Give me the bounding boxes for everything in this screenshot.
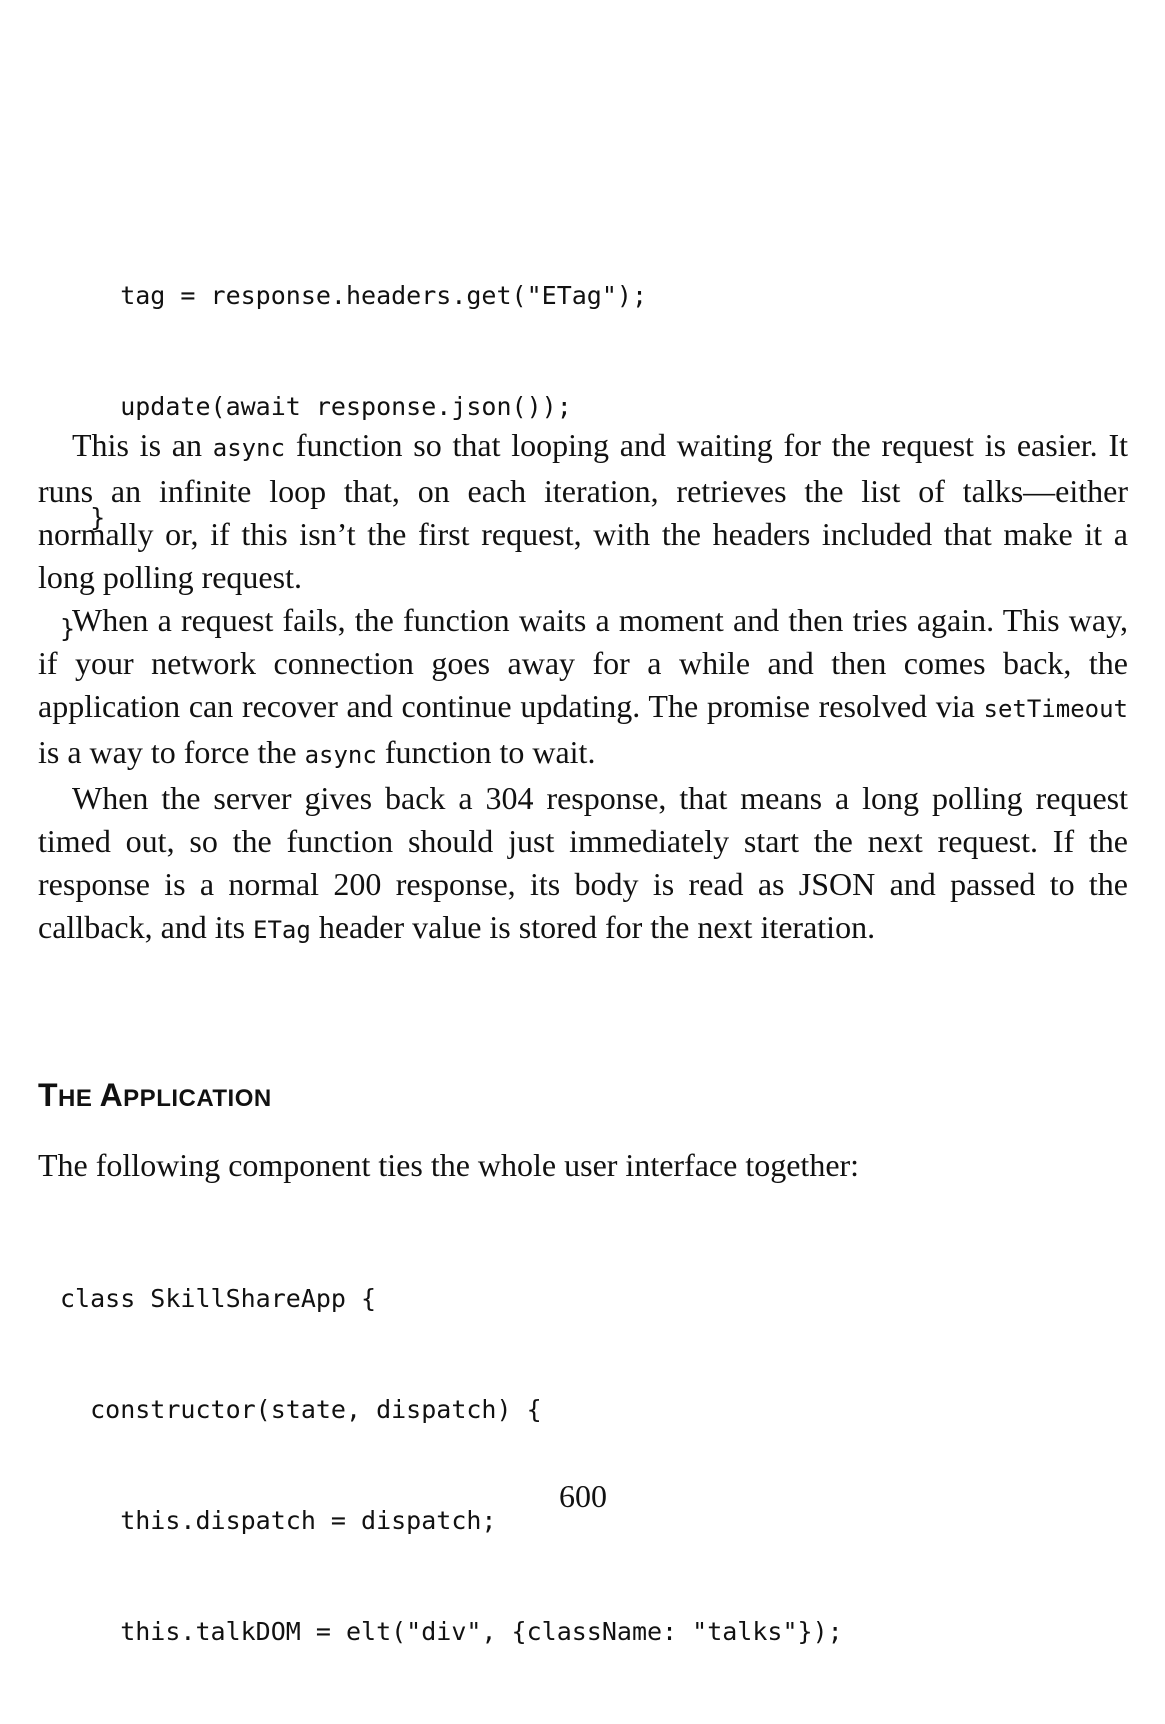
inline-code: ETag bbox=[253, 916, 311, 944]
text-run: This is an bbox=[72, 427, 213, 463]
code-line: constructor(state, dispatch) { bbox=[60, 1395, 542, 1424]
section-heading: THE APPLICATION bbox=[38, 1077, 272, 1114]
book-page: tag = response.headers.get("ETag"); upda… bbox=[38, 0, 1128, 1654]
code-line: tag = response.headers.get("ETag"); bbox=[60, 281, 647, 310]
heading-smallcaps: PPLICATION bbox=[123, 1085, 272, 1112]
code-line: update(await response.json()); bbox=[60, 392, 572, 421]
code-block-app: class SkillShareApp { constructor(state,… bbox=[60, 1206, 843, 1724]
body-text: This is an async function so that loopin… bbox=[38, 424, 1128, 952]
paragraph-async-function: This is an async function so that loopin… bbox=[38, 424, 1128, 599]
code-line: this.talkDOM = elt("div", {className: "t… bbox=[60, 1617, 843, 1646]
text-run: is a way to force the bbox=[38, 734, 305, 770]
paragraph-server-response: When the server gives back a 304 respons… bbox=[38, 777, 1128, 952]
section-intro: The following component ties the whole u… bbox=[38, 1144, 1128, 1187]
page-number: 600 bbox=[559, 1478, 607, 1514]
heading-initial: A bbox=[99, 1077, 124, 1113]
paragraph-intro: The following component ties the whole u… bbox=[38, 1147, 860, 1183]
heading-smallcaps: HE bbox=[58, 1085, 100, 1112]
text-run: When a request fails, the function waits… bbox=[38, 602, 1128, 724]
inline-code: async bbox=[304, 741, 377, 769]
text-run: function to wait. bbox=[376, 734, 596, 770]
text-run: header value is stored for the next iter… bbox=[310, 909, 876, 945]
inline-code: setTimeout bbox=[983, 695, 1129, 723]
heading-initial: T bbox=[38, 1077, 59, 1113]
paragraph-request-fails: When a request fails, the function waits… bbox=[38, 599, 1128, 777]
code-line: class SkillShareApp { bbox=[60, 1284, 377, 1313]
inline-code: async bbox=[212, 434, 286, 462]
